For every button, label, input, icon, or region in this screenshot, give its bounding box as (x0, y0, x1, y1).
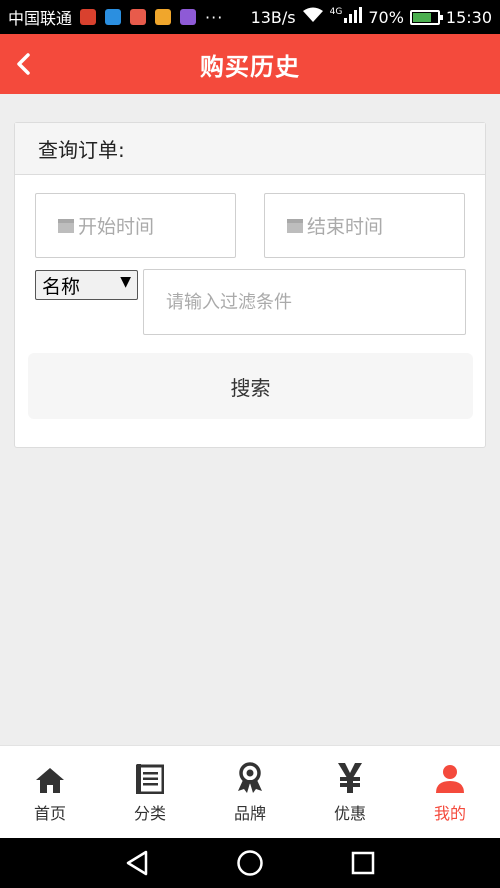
app-notification-icon (155, 9, 172, 25)
carrier-name: 中国联通 (8, 9, 73, 28)
nav-home-button[interactable] (230, 843, 270, 883)
more-notifications-icon: ··· (205, 7, 224, 27)
tab-brand[interactable]: 品牌 (200, 746, 300, 838)
filter-field-select[interactable]: 名称 ▼ (35, 270, 138, 300)
page-title: 购买历史 (200, 52, 300, 81)
award-icon (236, 760, 264, 794)
filter-input[interactable] (143, 269, 466, 335)
battery-percent: 70% (368, 7, 404, 27)
app-notification-icon (130, 9, 147, 25)
search-button[interactable]: 搜索 (28, 353, 473, 419)
query-order-card: 查询订单: 开始时间 结束时间 名称 ▼ 搜索 (14, 122, 486, 448)
home-icon (35, 760, 65, 794)
start-date-placeholder: 开始时间 (78, 216, 155, 238)
app-notification-icon (80, 9, 97, 25)
app-notification-icon (105, 9, 122, 25)
nav-recents-button[interactable] (343, 843, 383, 883)
select-value: 名称 (42, 275, 81, 298)
dropdown-arrow-icon: ▼ (120, 274, 131, 290)
list-icon (136, 760, 164, 794)
tab-label: 首页 (33, 804, 66, 823)
clock: 15:30 (445, 7, 492, 27)
calendar-icon (287, 218, 303, 233)
status-bar: 中国联通 ··· 13B/s 4G 70% 15:30 (0, 0, 500, 34)
network-type: 4G (329, 7, 343, 17)
tab-home[interactable]: 首页 (0, 746, 100, 838)
square-recents-icon (352, 851, 375, 875)
tab-label: 优惠 (333, 804, 366, 823)
net-speed: 13B/s (250, 7, 296, 27)
tab-label: 我的 (433, 804, 466, 823)
calendar-icon (58, 218, 74, 233)
start-date-field[interactable]: 开始时间 (35, 193, 236, 258)
nav-back-button[interactable] (117, 843, 157, 883)
tab-category[interactable]: 分类 (100, 746, 200, 838)
system-nav-bar (0, 838, 500, 888)
end-date-field[interactable]: 结束时间 (264, 193, 465, 258)
app-notification-icon (180, 9, 197, 25)
tab-label: 分类 (133, 804, 166, 823)
tab-mine[interactable]: 我的 (400, 746, 500, 838)
battery-icon (409, 9, 443, 25)
end-date-placeholder: 结束时间 (307, 216, 384, 238)
tab-label: 品牌 (233, 804, 266, 823)
signal-icon (344, 7, 363, 27)
tab-discount[interactable]: 优惠 (300, 746, 400, 838)
back-button[interactable] (4, 44, 44, 84)
bottom-tab-bar: 首页 分类 品牌 优惠 我的 (0, 745, 500, 838)
app-header: 购买历史 (0, 34, 500, 94)
card-heading: 查询订单: (15, 123, 485, 175)
triangle-back-icon (126, 850, 147, 876)
yen-icon (336, 760, 364, 794)
chevron-left-icon (17, 53, 30, 75)
user-icon (435, 760, 465, 794)
circle-home-icon (237, 850, 263, 876)
wifi-icon (302, 7, 324, 27)
